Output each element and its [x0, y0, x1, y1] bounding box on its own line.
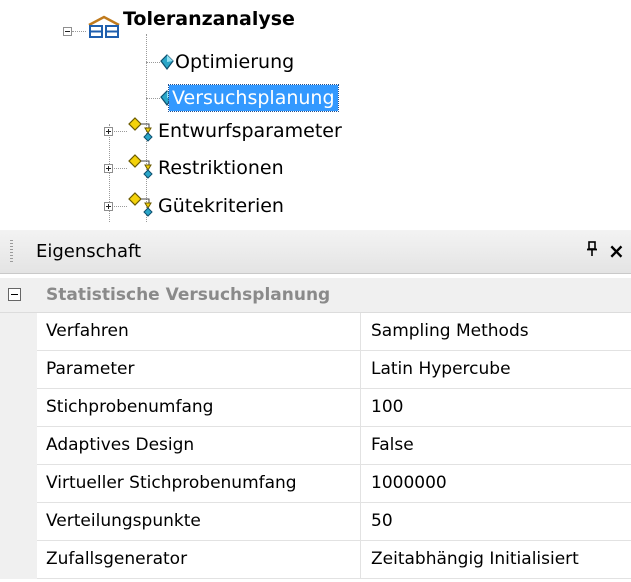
property-row[interactable]: Adaptives Design False: [0, 427, 631, 465]
property-value[interactable]: False: [361, 427, 631, 465]
property-name: Adaptives Design: [37, 427, 361, 465]
tree-connector: [72, 31, 86, 32]
property-value[interactable]: Sampling Methods: [361, 313, 631, 351]
tree-view: Toleranzanalyse Optimierung Versuchsplan…: [0, 0, 631, 222]
tree-connector: [146, 62, 160, 63]
category-label: Statistische Versuchsplanung: [46, 285, 331, 305]
property-name: Parameter: [37, 351, 361, 389]
collapse-icon[interactable]: [63, 27, 72, 36]
property-row[interactable]: Zufallsgenerator Zeitabhängig Initialisi…: [0, 541, 631, 579]
expand-icon[interactable]: [104, 164, 113, 173]
tree-connector: [146, 98, 160, 99]
property-name: Verteilungspunkte: [37, 503, 361, 541]
row-gutter: [0, 389, 37, 427]
property-row[interactable]: Virtueller Stichprobenumfang 1000000: [0, 465, 631, 503]
property-row[interactable]: Stichprobenumfang 100: [0, 389, 631, 427]
property-panel: Eigenschaft × Statistische Versuchsplanu…: [0, 230, 631, 582]
category-row[interactable]: Statistische Versuchsplanung: [0, 278, 631, 313]
parameter-group-icon: [128, 192, 153, 217]
analysis-group-icon: [88, 15, 120, 38]
property-name: Virtueller Stichprobenumfang: [37, 465, 361, 503]
row-gutter: [0, 503, 37, 541]
property-row[interactable]: Parameter Latin Hypercube: [0, 351, 631, 389]
collapse-icon[interactable]: [8, 288, 21, 301]
property-value[interactable]: 100: [361, 389, 631, 427]
parameter-group-icon: [128, 154, 153, 179]
property-grid: Statistische Versuchsplanung Verfahren S…: [0, 278, 631, 579]
tree-item-guetekriterien[interactable]: Gütekriterien: [155, 193, 287, 219]
property-value[interactable]: Zeitabhängig Initialisiert: [361, 541, 631, 579]
expand-icon[interactable]: [104, 127, 113, 136]
property-value[interactable]: 50: [361, 503, 631, 541]
tree-item-optimierung[interactable]: Optimierung: [172, 49, 297, 75]
property-name: Zufallsgenerator: [37, 541, 361, 579]
row-gutter: [0, 541, 37, 579]
property-row[interactable]: Verfahren Sampling Methods: [0, 313, 631, 351]
tree-item-entwurfsparameter[interactable]: Entwurfsparameter: [155, 118, 345, 144]
tree-item-versuchsplanung[interactable]: Versuchsplanung: [168, 84, 339, 112]
property-value[interactable]: 1000000: [361, 465, 631, 503]
row-gutter: [0, 351, 37, 389]
row-gutter: [0, 427, 37, 465]
property-name: Verfahren: [37, 313, 361, 351]
parameter-group-icon: [128, 117, 153, 142]
drag-grip-icon[interactable]: [10, 240, 13, 264]
panel-title: Eigenschaft: [36, 241, 142, 262]
row-gutter: [0, 465, 37, 503]
property-name: Stichprobenumfang: [37, 389, 361, 427]
panel-header: Eigenschaft ×: [0, 230, 631, 274]
tree-item-restriktionen[interactable]: Restriktionen: [155, 155, 287, 181]
tree-root-label[interactable]: Toleranzanalyse: [120, 6, 298, 32]
expand-icon[interactable]: [104, 202, 113, 211]
property-value[interactable]: Latin Hypercube: [361, 351, 631, 389]
property-row[interactable]: Verteilungspunkte 50: [0, 503, 631, 541]
pin-icon[interactable]: [586, 241, 598, 262]
close-icon[interactable]: ×: [608, 239, 625, 263]
row-gutter: [0, 313, 37, 351]
